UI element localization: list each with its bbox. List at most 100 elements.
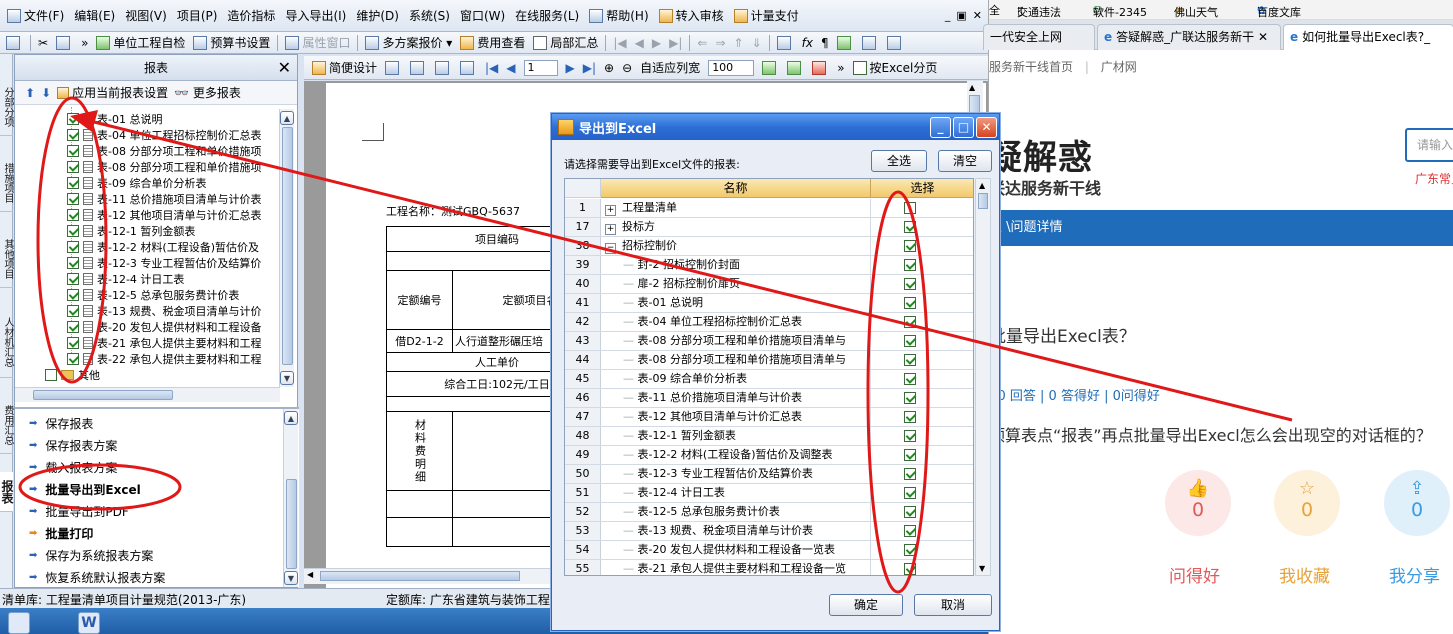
minimize-button[interactable]: _ [930,117,951,138]
fit-width-button[interactable]: 自适应列宽 [636,59,704,76]
table-icon[interactable] [858,33,883,53]
close-icon[interactable]: ✕ [278,55,291,81]
grid-row-checkbox[interactable] [904,202,916,214]
grid-row-checkbox[interactable] [904,430,916,442]
menu-item-3[interactable]: 项目(P) [172,5,223,27]
tree-item[interactable]: 表-13 规费、税金项目清单与计价 [67,303,261,319]
vtab-other-items[interactable]: 其他项目 [0,230,13,288]
vtab-measures[interactable]: 措施项目 [0,154,13,212]
report-tree-hscroll[interactable] [15,387,280,402]
new-icon[interactable] [2,33,27,53]
arrow-up-icon[interactable]: ⬆ [25,86,35,100]
move-right-icon[interactable]: ⇒ [711,33,729,53]
grid-row[interactable]: 54 — 表-20 发包人提供材料和工程设备一览表 [565,541,973,560]
tree-item-checkbox[interactable] [67,337,79,349]
paragraph-icon[interactable]: ¶ [817,33,833,53]
grid-row-checkbox[interactable] [904,373,916,385]
tree-item[interactable]: 表-12-1 暂列金额表 [67,223,195,239]
region-link[interactable]: 广东常见 [1415,170,1453,187]
grid-row[interactable]: 45 — 表-09 综合单价分析表 [565,370,973,389]
grid-row-checkbox[interactable] [904,487,916,499]
toolbar-property-window[interactable]: 属性窗口 [281,33,354,53]
report-action[interactable]: ➡ 保存报表方案 [29,434,117,456]
grid-row[interactable]: 52 — 表-12-5 总承包服务费计价表 [565,503,973,522]
nav-prev-icon[interactable]: ◀ [631,33,648,53]
tab-answers[interactable]: e 答疑解惑_广联达服务新干 ✕ [1097,24,1281,50]
report-action[interactable]: ➡ 载入报表方案 [29,456,117,478]
nav-next-icon[interactable]: ▶ [648,33,665,53]
column-select[interactable]: 选择 [871,179,973,198]
menu-item-11[interactable]: 转入审核 [654,5,729,27]
tree-item[interactable]: 表-01 总说明 [67,111,162,127]
toolbar-multi-scheme[interactable]: 多方案报价 ▾ [361,33,456,53]
grid-row-checkbox[interactable] [904,544,916,556]
grid-row-checkbox[interactable] [904,278,916,290]
ok-button[interactable]: 确定 [829,594,903,616]
menu-item-7[interactable]: 系统(S) [404,5,455,27]
book-icon[interactable] [833,33,858,53]
select-all-button[interactable]: 全选 [871,150,927,172]
grid-row[interactable]: 43 — 表-08 分部分项工程和单价措施项目清单与 [565,332,973,351]
grid-row[interactable]: 51 — 表-12-4 计日工表 [565,484,973,503]
export-pdf-icon[interactable] [808,60,833,75]
zoom-select[interactable]: 100 [708,59,755,76]
next-page-icon[interactable]: ▶ [562,61,579,75]
grid-row[interactable]: 50 — 表-12-3 专业工程暂估价及结算价表 [565,465,973,484]
arrow-down-icon[interactable]: ⬇ [41,86,51,100]
collapse-icon[interactable]: − [605,243,616,254]
zoom-out-icon[interactable]: ⊖ [618,61,636,75]
menu-item-5[interactable]: 导入导出(I) [280,5,351,27]
grid-row-checkbox[interactable] [904,354,916,366]
favorite-button[interactable]: ☆ 0 [1274,470,1340,536]
grid-row[interactable]: 48 — 表-12-1 暂列金额表 [565,427,973,446]
tree-item[interactable]: 表-22 承包人提供主要材料和工程 [67,351,261,367]
mdi-minimize-button[interactable]: _ [945,9,951,22]
cancel-button[interactable]: 取消 [914,594,992,616]
last-page-icon[interactable]: ▶| [579,61,600,75]
grid-row-checkbox[interactable] [904,449,916,461]
calc-icon[interactable] [773,33,798,53]
tree-item[interactable]: 表-12-4 计日工表 [67,271,184,287]
report-action[interactable]: ➡ 恢复系统默认报表方案 [29,566,165,588]
export-icon[interactable] [783,60,808,75]
tree-item-checkbox[interactable] [67,289,79,301]
tree-item[interactable]: 表-09 综合单价分析表 [67,175,206,191]
grid-row-checkbox[interactable] [904,506,916,518]
cut-icon[interactable]: ✂ [34,33,52,53]
tree-item-checkbox[interactable] [67,177,79,189]
expand-icon[interactable]: + [605,224,616,235]
zoom-in-icon[interactable]: ⊕ [600,61,618,75]
grid-row-checkbox[interactable] [904,411,916,423]
grid-row[interactable]: 41 — 表-01 总说明 [565,294,973,313]
fx-icon[interactable]: fx [798,33,817,53]
grid-row-checkbox[interactable] [904,392,916,404]
page-multi-icon[interactable] [456,60,481,75]
tree-item-checkbox[interactable] [67,257,79,269]
toolbar-partial-summary[interactable]: 局部汇总 [529,33,602,53]
report-action[interactable]: ➡ 批量导出到PDF [29,500,129,522]
apply-settings-button[interactable]: 应用当前报表设置 [57,84,168,101]
grid-row-checkbox[interactable] [904,297,916,309]
tree-item[interactable]: 表-12 其他项目清单与计价汇总表 [67,207,261,223]
export-excel-icon[interactable] [758,60,783,75]
grid-row[interactable]: 1 + 工程量清单 [565,199,973,218]
toolbar-self-check[interactable]: 单位工程自检 [92,33,189,53]
grid-row[interactable]: 44 — 表-08 分部分项工程和单价措施项目清单与 [565,351,973,370]
grid-row[interactable]: 53 — 表-13 规费、税金项目清单与计价表 [565,522,973,541]
more-icon[interactable]: » [833,61,848,75]
bookmark-wenku[interactable]: ✿ 百度文库 » [1257,2,1301,19]
tab-safe[interactable]: 一代安全上网 [983,24,1095,50]
toolbar-budget-settings[interactable]: 预算书设置 [189,33,274,53]
tree-item[interactable]: 表-08 分部分项工程和单价措施项 [67,143,261,159]
move-down-icon[interactable]: ⇓ [748,33,766,53]
report-action[interactable]: ➡ 批量导出到Excel [29,478,141,500]
excel-paging-checkbox[interactable]: 按Excel分页 [849,59,942,76]
print-icon[interactable] [381,60,406,75]
taskbar-app-icon[interactable] [8,612,30,634]
tree-item-checkbox[interactable] [67,225,79,237]
grid-row[interactable]: 39 — 封-2 招标控制价封面 [565,256,973,275]
move-left-icon[interactable]: ⇐ [693,33,711,53]
nav-home-link[interactable]: 服务新干线首页 [989,60,1073,74]
tree-item-checkbox[interactable] [67,241,79,253]
search-input[interactable]: 请输入 [1405,128,1453,162]
